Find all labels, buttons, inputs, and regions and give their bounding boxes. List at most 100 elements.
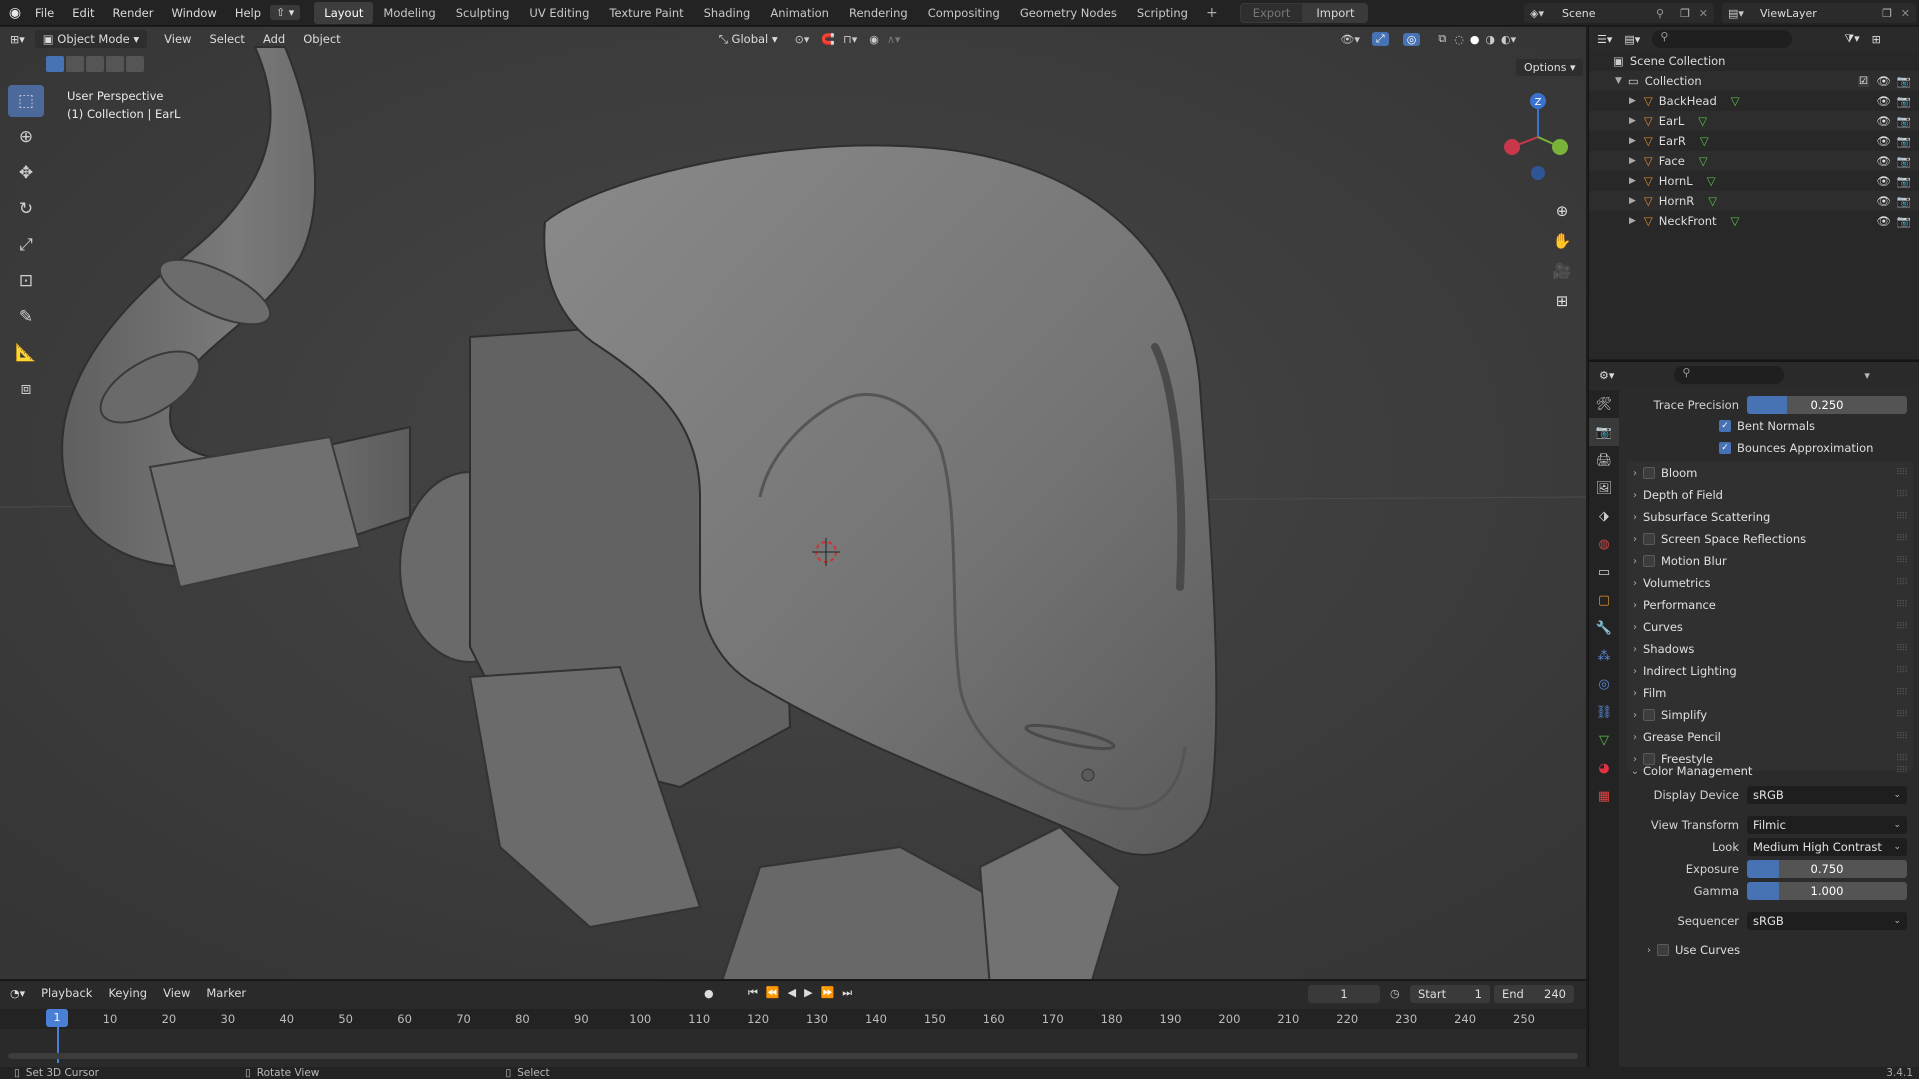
drag-grip-icon[interactable]: ⠿⠿	[1896, 534, 1908, 544]
properties-options-icon[interactable]: ▾	[1864, 369, 1870, 382]
chevron-right-icon[interactable]: ▶	[1629, 196, 1636, 206]
play-icon[interactable]: ▶	[804, 986, 820, 999]
move-tool-icon[interactable]: ✥	[8, 157, 44, 189]
cursor-tool-icon[interactable]: ⊕	[8, 121, 44, 153]
world-tab-icon[interactable]: ◍	[1589, 530, 1619, 558]
snap-icon[interactable]: 🧲	[821, 33, 835, 46]
options-dropdown[interactable]: Options ▾	[1516, 59, 1584, 76]
outliner-object[interactable]: ▶ ▽ BackHead ▽ 👁 📷	[1589, 91, 1919, 111]
look-dropdown[interactable]: Medium High Contrast ⌄	[1747, 838, 1907, 856]
properties-search[interactable]: ⚲	[1674, 366, 1785, 384]
properties-editor-icon[interactable]: ⚙▾	[1599, 369, 1614, 382]
drag-grip-icon[interactable]: ⠿⠿	[1896, 732, 1908, 742]
drag-grip-icon[interactable]: ⠿⠿	[1896, 512, 1908, 522]
drag-grip-icon[interactable]: ⠿⠿	[1896, 490, 1908, 500]
viewport-menu-object[interactable]: Object	[294, 32, 349, 46]
xray-icon[interactable]: ⧉	[1438, 32, 1446, 46]
render-tab-icon[interactable]: 📷	[1589, 418, 1619, 446]
measure-tool-icon[interactable]: 📐	[8, 337, 44, 369]
panel-film[interactable]: › Film ⠿⠿	[1627, 681, 1913, 705]
select-extend-icon[interactable]	[66, 56, 84, 72]
panel-grease-pencil[interactable]: › Grease Pencil ⠿⠿	[1627, 725, 1913, 749]
drag-grip-icon[interactable]: ⠿⠿	[1896, 622, 1908, 632]
add-cube-tool-icon[interactable]: ⧈	[8, 373, 44, 405]
export-button[interactable]: Export	[1239, 2, 1304, 23]
tab-geometry-nodes[interactable]: Geometry Nodes	[1010, 2, 1127, 24]
outliner-scene-collection[interactable]: ▣ Scene Collection	[1589, 51, 1919, 71]
clock-icon[interactable]: ◷	[1390, 987, 1400, 1000]
tab-rendering[interactable]: Rendering	[839, 2, 918, 24]
tab-shading[interactable]: Shading	[694, 2, 761, 24]
eye-icon[interactable]: 👁	[1876, 134, 1891, 148]
pan-hand-icon[interactable]: ✋	[1548, 227, 1576, 255]
overlay-toggle-icon[interactable]: ◎	[1402, 32, 1421, 46]
select-subtract-icon[interactable]	[86, 56, 104, 72]
gizmo-toggle-icon[interactable]: ⤢	[1371, 32, 1389, 46]
editor-type-icon[interactable]: ⊞▾	[10, 33, 25, 46]
material-tab-icon[interactable]: ◕	[1589, 754, 1619, 782]
tab-compositing[interactable]: Compositing	[918, 2, 1010, 24]
outliner-editor-icon[interactable]: ☰▾	[1597, 33, 1612, 46]
drag-grip-icon[interactable]: ⠿⠿	[1896, 600, 1908, 610]
rotate-tool-icon[interactable]: ↻	[8, 193, 44, 225]
proportional-edit-icon[interactable]: ◉	[869, 33, 879, 46]
delete-scene-icon[interactable]: ✕	[1699, 7, 1708, 20]
wireframe-shading-icon[interactable]: ◌	[1454, 33, 1464, 46]
eye-icon[interactable]: 👁	[1876, 74, 1891, 88]
transform-tool-icon[interactable]: ⊡	[8, 265, 44, 297]
trace-precision-slider[interactable]: 0.250	[1747, 396, 1907, 414]
eye-icon[interactable]: 👁	[1876, 94, 1891, 108]
scene-selector[interactable]: ◈▾ Scene ⚲ ❐ ✕	[1524, 3, 1714, 23]
chevron-right-icon[interactable]: ▶	[1629, 116, 1636, 126]
end-frame-field[interactable]: End 240	[1494, 985, 1574, 1003]
visibility-icon[interactable]: 👁▾	[1340, 33, 1360, 46]
tab-layout[interactable]: Layout	[314, 1, 374, 24]
drag-grip-icon[interactable]: ⠿⠿	[1896, 688, 1908, 698]
transform-orientation-dropdown[interactable]: ⤡ Global ▾	[710, 32, 787, 47]
perspective-grid-icon[interactable]: ⊞	[1548, 287, 1576, 315]
panel-performance[interactable]: › Performance ⠿⠿	[1627, 593, 1913, 617]
camera-icon[interactable]: 📷	[1897, 154, 1911, 168]
texture-tab-icon[interactable]: ▦	[1589, 782, 1619, 810]
menu-window[interactable]: Window	[162, 6, 225, 20]
viewport-menu-view[interactable]: View	[155, 32, 200, 46]
camera-icon[interactable]: 📷	[1897, 194, 1911, 208]
menu-render[interactable]: Render	[104, 6, 163, 20]
physics-tab-icon[interactable]: ◎	[1589, 670, 1619, 698]
eye-icon[interactable]: 👁	[1876, 154, 1891, 168]
scale-tool-icon[interactable]: ⤢	[8, 229, 44, 261]
object-tab-icon[interactable]: ▢	[1589, 586, 1619, 614]
select-box-tool-icon[interactable]: ⬚	[8, 85, 44, 117]
timeline-menu-marker[interactable]: Marker	[198, 986, 254, 1000]
view-layer-tab-icon[interactable]: 🖼	[1589, 474, 1619, 502]
chevron-right-icon[interactable]: ▶	[1629, 176, 1636, 186]
material-shading-icon[interactable]: ◑	[1485, 33, 1495, 46]
outliner-object[interactable]: ▶ ▽ Face ▽ 👁 📷	[1589, 151, 1919, 171]
add-workspace-button[interactable]: +	[1198, 5, 1226, 21]
panel-simplify[interactable]: › Simplify ⠿⠿	[1627, 703, 1913, 727]
outliner-object[interactable]: ▶ ▽ EarR ▽ 👁 📷	[1589, 131, 1919, 151]
tab-animation[interactable]: Animation	[760, 2, 839, 24]
panel-enable-checkbox[interactable]	[1643, 709, 1655, 721]
pivot-icon[interactable]: ⊙▾	[795, 33, 810, 46]
chevron-right-icon[interactable]: ▶	[1629, 216, 1636, 226]
eye-icon[interactable]: 👁	[1876, 214, 1891, 228]
delete-view-layer-icon[interactable]: ✕	[1901, 7, 1910, 20]
modifier-tab-icon[interactable]: 🔧	[1589, 614, 1619, 642]
record-icon[interactable]: ●	[704, 987, 714, 1000]
timeline-editor[interactable]: ◔▾ Playback Keying View Marker ● ⏮⏪◀▶⏩⏭ …	[0, 980, 1586, 1067]
object-mode-dropdown[interactable]: ▣ Object Mode ▾	[34, 30, 148, 48]
menu-edit[interactable]: Edit	[63, 6, 103, 20]
drag-grip-icon[interactable]: ⠿⠿	[1896, 710, 1908, 720]
panel-subsurface-scattering[interactable]: › Subsurface Scattering ⠿⠿	[1627, 505, 1913, 529]
outliner-object[interactable]: ▶ ▽ HornR ▽ 👁 📷	[1589, 191, 1919, 211]
select-new-icon[interactable]	[46, 56, 64, 72]
select-invert-icon[interactable]	[106, 56, 124, 72]
frame-ruler[interactable]: 1102030405060708090100110120130140150160…	[0, 1009, 1586, 1029]
navigation-gizmo[interactable]: Z	[1498, 87, 1578, 187]
timeline-menu-view[interactable]: View	[155, 986, 198, 1000]
menu-file[interactable]: File	[26, 6, 63, 20]
copy-view-layer-icon[interactable]: ❐	[1882, 7, 1892, 20]
panel-use-curves[interactable]: › Use Curves	[1641, 938, 1913, 962]
tab-texture-paint[interactable]: Texture Paint	[599, 2, 693, 24]
